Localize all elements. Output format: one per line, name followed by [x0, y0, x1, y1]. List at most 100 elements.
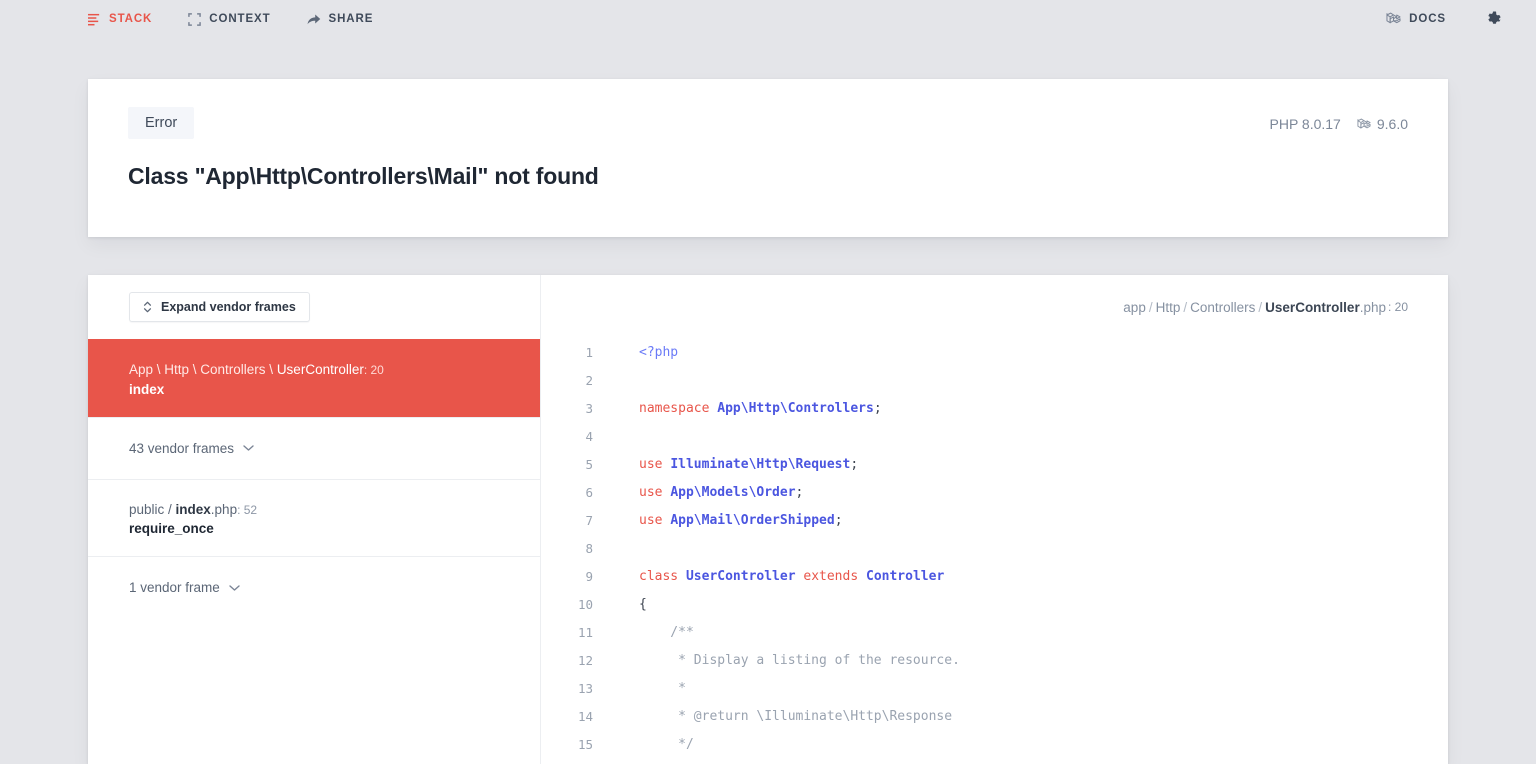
code-line-number: 14: [577, 709, 593, 724]
file-path-breadcrumb: app / Http / Controllers / UserController .php:…: [541, 275, 1448, 339]
code-line-number: 2: [585, 373, 593, 388]
code-token: * Display a listing of the resource.: [639, 653, 960, 668]
code-line[interactable]: 9 class UserController extends Controller: [541, 563, 1448, 591]
code-line-number: 3: [585, 401, 593, 416]
code-token: App\Http\Controllers: [717, 401, 874, 416]
frame-line-number: : 52: [237, 502, 258, 517]
code-line-text: use App\Models\Order;: [609, 479, 803, 507]
code-token: App\Models\Order: [670, 485, 796, 500]
code-line-number: 5: [585, 457, 593, 472]
code-token: ;: [795, 485, 804, 500]
code-line[interactable]: 5 use Illuminate\Http\Request;: [541, 451, 1448, 479]
tab-stack-label: STACK: [109, 13, 153, 25]
expand-vertical-icon: [143, 301, 152, 313]
top-toolbar: STACK CONTEXT SHARE DOCS: [0, 0, 1536, 38]
code-token: */: [639, 737, 694, 752]
code-line-text: * Display a listing of the resource.: [609, 647, 960, 675]
tab-stack[interactable]: STACK: [88, 13, 152, 26]
expand-row: Expand vendor frames: [88, 275, 540, 339]
tab-context-label: CONTEXT: [209, 13, 271, 25]
code-token: extends: [795, 569, 866, 584]
code-line[interactable]: 15 */: [541, 731, 1448, 759]
code-token: use: [639, 457, 671, 472]
file-path-segments: app / Http / Controllers /: [1123, 300, 1265, 315]
code-line-number: 12: [577, 653, 593, 668]
laravel-version-label: 9.6.0: [1376, 116, 1408, 132]
code-token: /**: [639, 625, 694, 640]
code-line-text: */: [609, 731, 694, 759]
code-line-text: /**: [609, 619, 694, 647]
code-line-text: *: [609, 675, 686, 703]
frame-line-number: : 20: [363, 363, 384, 377]
code-line[interactable]: 14 * @return \Illuminate\Http\Response: [541, 703, 1448, 731]
code-line[interactable]: 8: [541, 535, 1448, 563]
code-line[interactable]: 10 {: [541, 591, 1448, 619]
file-path-separator: /: [1148, 299, 1153, 315]
code-line[interactable]: 1 <?php: [541, 339, 1448, 367]
frame-path: App \ Http \ Controllers \ UserControlle…: [129, 360, 499, 380]
stack-icon: [88, 13, 101, 26]
frame-method-name: index: [129, 381, 165, 397]
code-token: *: [639, 681, 686, 696]
code-token: Illuminate\Http\Request: [670, 457, 851, 472]
code-line[interactable]: 11 /**: [541, 619, 1448, 647]
code-line[interactable]: 7 use App\Mail\OrderShipped;: [541, 507, 1448, 535]
file-path-segment: Controllers: [1190, 299, 1256, 315]
top-toolbar-actions: DOCS: [1386, 11, 1502, 27]
code-token: ;: [834, 513, 843, 528]
code-line-number: 6: [585, 485, 593, 500]
laravel-version: 9.6.0: [1357, 116, 1408, 132]
error-message-title: Class "App\Http\Controllers\Mail" not fo…: [128, 163, 599, 189]
error-card-header: Error PHP 8.0.17 9.6.0: [128, 107, 1408, 139]
frame-item-public-index-php[interactable]: public / index.php: 52 require_once: [88, 478, 540, 557]
settings-button[interactable]: [1486, 11, 1502, 27]
tab-share-label: SHARE: [328, 13, 374, 25]
expand-vendor-frames-button[interactable]: Expand vendor frames: [129, 292, 310, 322]
docs-link[interactable]: DOCS: [1386, 12, 1446, 26]
vendor-frames-count-label: 1 vendor frame: [129, 580, 220, 596]
expand-vendor-frames-label: Expand vendor frames: [161, 300, 296, 314]
frame-path-prefix: App \ Http \ Controllers \: [129, 362, 277, 377]
code-token: namespace: [639, 401, 718, 416]
code-line[interactable]: 3 namespace App\Http\Controllers;: [541, 395, 1448, 423]
code-line-text: * @return \Illuminate\Http\Response: [609, 703, 952, 731]
frames-list: Expand vendor frames App \ Http \ Contro…: [88, 275, 541, 764]
file-path-line-number: : 20: [1387, 300, 1408, 314]
stack-trace-panel: Expand vendor frames App \ Http \ Contro…: [88, 275, 1448, 764]
file-path-segment: Http: [1155, 299, 1181, 315]
code-line-text: class UserController extends Controller: [609, 563, 944, 591]
php-version: PHP 8.0.17: [1269, 116, 1341, 132]
vendor-group-row: 1 vendor frame: [129, 580, 499, 595]
code-line-number: 9: [585, 569, 593, 584]
tab-share[interactable]: SHARE: [307, 13, 374, 26]
file-path-separator: /: [1258, 299, 1263, 315]
top-toolbar-nav: STACK CONTEXT SHARE: [88, 12, 374, 26]
code-token: UserController: [685, 569, 796, 584]
code-token: <?php: [639, 345, 679, 360]
file-path-separator: /: [1183, 299, 1188, 315]
error-type-badge: Error: [128, 107, 195, 139]
code-line-text: {: [609, 591, 647, 619]
file-path-extension: .php: [1359, 299, 1386, 315]
vendor-frames-group-1[interactable]: 1 vendor frame: [88, 556, 540, 618]
error-card: Error PHP 8.0.17 9.6.0 Class "App\Http\C…: [88, 79, 1448, 237]
code-line-number: 1: [585, 345, 593, 360]
code-lines[interactable]: 1 <?php 2 3 namespace App\Http\Controllers; 4…: [541, 339, 1448, 759]
frame-method-name: require_once: [129, 521, 214, 537]
frame-path-ext: .php: [210, 501, 238, 517]
frame-path-file: UserController: [276, 362, 364, 377]
code-line[interactable]: 12 * Display a listing of the resource.: [541, 647, 1448, 675]
code-line[interactable]: 4: [541, 423, 1448, 451]
code-line[interactable]: 13 *: [541, 675, 1448, 703]
tab-context[interactable]: CONTEXT: [188, 12, 271, 26]
code-line[interactable]: 2: [541, 367, 1448, 395]
frame-path: public / index.php: 52: [129, 500, 499, 520]
frame-item-app-http-controllers-usercontroller[interactable]: App \ Http \ Controllers \ UserControlle…: [88, 339, 540, 417]
vendor-frames-group-43[interactable]: 43 vendor frames: [88, 416, 540, 479]
docs-label: DOCS: [1409, 13, 1446, 25]
version-info: PHP 8.0.17 9.6.0: [1270, 107, 1409, 132]
code-token: ;: [873, 401, 882, 416]
chevron-down-icon: [243, 444, 254, 452]
code-line[interactable]: 6 use App\Models\Order;: [541, 479, 1448, 507]
file-path-filename: UserController: [1265, 299, 1360, 315]
